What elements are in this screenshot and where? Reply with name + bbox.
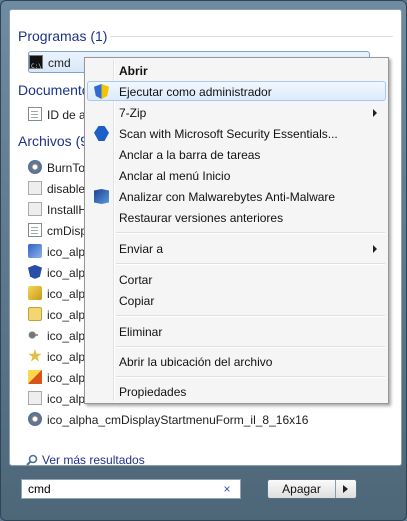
document-item-label: ID de a... xyxy=(47,107,88,122)
menu-item-delete[interactable]: Eliminar xyxy=(87,321,386,341)
menu-item-open[interactable]: Abrir xyxy=(87,60,386,80)
file-item[interactable]: ico_alpha xyxy=(28,325,88,345)
document-icon xyxy=(28,106,42,121)
file-item[interactable]: ico_alpha xyxy=(28,346,88,366)
files-header[interactable]: Archivos (9) xyxy=(18,131,93,151)
submenu-arrow-icon xyxy=(373,245,377,253)
menu-separator xyxy=(116,376,385,378)
menu-item-pin-taskbar[interactable]: Anclar a la barra de tareas xyxy=(87,144,386,164)
gray-file-icon xyxy=(28,180,42,195)
file-item[interactable]: ico_alpha xyxy=(28,283,88,303)
menu-item-pin-start[interactable]: Anclar al menú Inicio xyxy=(87,165,386,185)
menu-item-label: Abrir xyxy=(119,64,148,78)
gray-file-icon xyxy=(28,201,42,216)
document-item[interactable]: ID de a... xyxy=(28,104,88,124)
file-item-label: BurnToDisc xyxy=(47,160,88,175)
menu-separator xyxy=(116,263,385,265)
menu-separator xyxy=(116,232,385,234)
menu-item-send-to[interactable]: Enviar a xyxy=(87,238,386,258)
menu-item-cut[interactable]: Cortar xyxy=(87,269,386,289)
documents-header[interactable]: Documentos xyxy=(18,80,93,100)
file-item-label: ico_alpha xyxy=(47,265,88,280)
see-more-results-link[interactable]: Ver más resultados xyxy=(26,451,145,469)
file-item-label: InstallH xyxy=(47,202,88,217)
gray-file-icon xyxy=(28,390,42,405)
menu-item-open-location[interactable]: Abrir la ubicación del archivo xyxy=(87,351,386,371)
magnifier-icon xyxy=(26,454,38,466)
menu-item-label: Restaurar versiones anteriores xyxy=(119,211,284,225)
file-item[interactable]: ico_alpha xyxy=(28,304,88,324)
menu-item-label: Eliminar xyxy=(119,325,163,339)
file-item-label: ico_alpha xyxy=(47,391,88,406)
file-item[interactable]: BurnToDisc xyxy=(28,157,88,177)
security-essentials-icon xyxy=(94,126,109,141)
folder-icon xyxy=(28,306,42,321)
file-item[interactable]: ico_alpha xyxy=(28,367,88,387)
file-item[interactable]: ico_alpha xyxy=(28,262,88,282)
uac-shield-icon xyxy=(94,84,109,99)
menu-item-label: 7-Zip xyxy=(119,106,147,120)
malwarebytes-icon xyxy=(94,189,109,204)
file-item[interactable]: ico_alpha xyxy=(28,241,88,261)
programs-divider xyxy=(110,36,393,37)
key-icon xyxy=(28,327,42,342)
menu-item-label: Anclar al menú Inicio xyxy=(119,169,231,183)
shield-icon xyxy=(28,264,42,279)
star-icon xyxy=(28,348,42,362)
image-icon xyxy=(28,243,42,258)
menu-item-scan-mse[interactable]: Scan with Microsoft Security Essentials.… xyxy=(87,123,386,143)
file-item[interactable]: disable xyxy=(28,178,88,198)
menu-item-run-as-admin[interactable]: Ejecutar como administrador xyxy=(87,81,386,101)
pencil-icon xyxy=(28,369,42,384)
shutdown-options-arrow-icon[interactable] xyxy=(335,480,356,498)
submenu-arrow-icon xyxy=(373,109,377,117)
file-item-label: cmDisplay xyxy=(47,223,88,238)
document-icon xyxy=(28,222,42,237)
programs-header[interactable]: Programas (1) xyxy=(18,26,107,46)
search-input[interactable] xyxy=(22,480,224,498)
cmd-icon xyxy=(29,54,43,72)
menu-item-label: Enviar a xyxy=(119,242,164,256)
file-item[interactable]: ico_alpha_cmDisplayStartmenuForm_il_8_16… xyxy=(28,409,358,429)
menu-item-label: Abrir la ubicación del archivo xyxy=(119,355,273,369)
file-item-label: ico_alpha xyxy=(47,244,88,259)
file-item[interactable]: cmDisplay xyxy=(28,220,88,240)
file-item-label: ico_alpha xyxy=(47,370,88,385)
file-item-label: disable xyxy=(47,181,86,196)
shutdown-button[interactable]: Apagar xyxy=(268,480,335,498)
program-item-label: cmd xyxy=(48,55,71,70)
menu-item-malwarebytes[interactable]: Analizar con Malwarebytes Anti-Malware xyxy=(87,186,386,206)
clear-search-icon[interactable]: × xyxy=(220,481,234,497)
menu-item-properties[interactable]: Propiedades xyxy=(87,381,386,401)
menu-separator xyxy=(116,315,385,317)
menu-item-label: Cortar xyxy=(119,273,153,287)
menu-item-label: Copiar xyxy=(119,294,155,308)
menu-item-copy[interactable]: Copiar xyxy=(87,290,386,310)
menu-separator xyxy=(116,346,385,348)
search-box[interactable]: × xyxy=(21,479,241,499)
menu-item-label: Analizar con Malwarebytes Anti-Malware xyxy=(119,190,336,204)
gear-icon xyxy=(28,411,42,426)
file-item-label: ico_alpha_cmDisplayStartmenuForm_il_8_16… xyxy=(47,412,309,427)
menu-item-restore-versions[interactable]: Restaurar versiones anteriores xyxy=(87,207,386,227)
see-more-label: Ver más resultados xyxy=(42,453,145,467)
file-item[interactable]: ico_alpha xyxy=(28,388,88,408)
menu-item-label: Anclar a la barra de tareas xyxy=(119,148,261,162)
shutdown-button-group: Apagar xyxy=(267,479,357,499)
file-item-label: ico_alpha xyxy=(47,286,88,301)
gear-icon xyxy=(28,159,42,174)
menu-item-label: Ejecutar como administrador xyxy=(119,85,272,99)
file-item-label: ico_alpha xyxy=(47,328,88,343)
context-menu: Abrir Ejecutar como administrador 7-Zip … xyxy=(84,57,389,404)
menu-item-7zip[interactable]: 7-Zip xyxy=(87,102,386,122)
file-item-label: ico_alpha xyxy=(47,349,88,364)
file-item-label: ico_alpha xyxy=(47,307,88,322)
menu-item-label: Scan with Microsoft Security Essentials.… xyxy=(119,127,338,141)
menu-item-label: Propiedades xyxy=(119,385,187,399)
yellow-icon xyxy=(28,285,42,300)
file-item[interactable]: InstallH xyxy=(28,199,88,219)
